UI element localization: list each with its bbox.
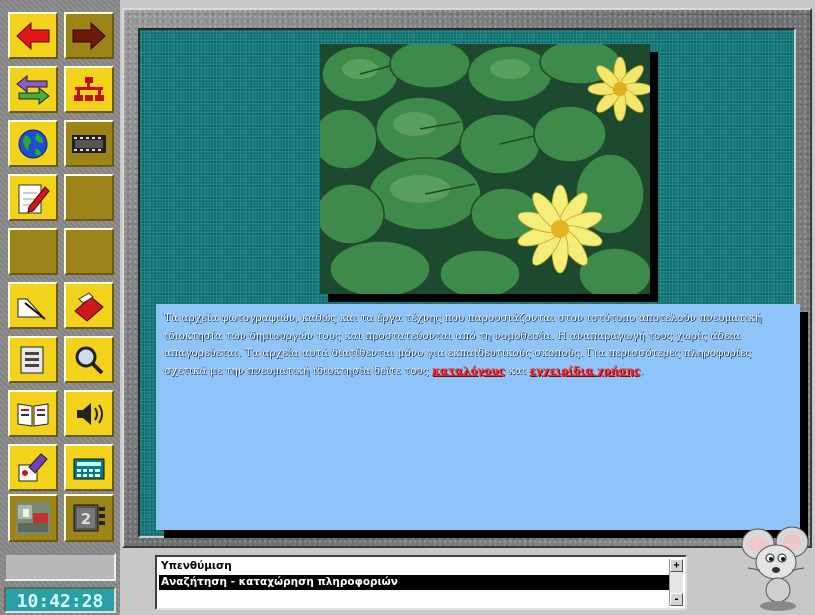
- content-panel: Τα αρχεία φωτογραφιών, καθώς και τα έργα…: [138, 28, 808, 538]
- topic-list[interactable]: Υπενθύμιση Αναζήτηση - καταχώρηση πληροφ…: [155, 555, 687, 610]
- catalog-link[interactable]: καταλόγους: [432, 365, 505, 377]
- list-item-selected[interactable]: Αναζήτηση - καταχώρηση πληροφοριών: [159, 575, 671, 590]
- forward-button[interactable]: [64, 12, 114, 59]
- swap-arrows-icon: [16, 74, 50, 105]
- notes-button[interactable]: [8, 174, 58, 221]
- sound-button[interactable]: [64, 390, 114, 437]
- water-lily-photo: [320, 44, 650, 294]
- list-item[interactable]: [159, 591, 671, 605]
- erase-button[interactable]: [64, 282, 114, 329]
- open-book-icon: [17, 402, 49, 427]
- scroll-down-button[interactable]: -: [670, 593, 683, 606]
- manuals-link[interactable]: εγχειρίδια χρήσης: [529, 365, 640, 377]
- draw-button[interactable]: [8, 282, 58, 329]
- speaker-icon: [77, 402, 103, 425]
- empty-slot: [8, 228, 58, 275]
- film-strip-icon: [72, 134, 106, 153]
- book-button[interactable]: [8, 390, 58, 437]
- empty-slot: [64, 174, 114, 221]
- paragraph-ending: .: [640, 364, 644, 377]
- slide-counter-icon: 2: [73, 504, 105, 532]
- film-button[interactable]: [64, 120, 114, 167]
- document-list-icon: [20, 346, 44, 373]
- magnifier-icon: [75, 346, 104, 374]
- left-toolbar: 2 10:42:28: [0, 0, 120, 615]
- list-scrollbar[interactable]: + -: [669, 559, 683, 606]
- info-text-panel: Τα αρχεία φωτογραφιών, καθώς και τα έργα…: [156, 304, 800, 530]
- scroll-up-button[interactable]: +: [670, 559, 683, 572]
- eraser-hand-icon: [74, 291, 104, 322]
- video-thumbnail-icon: [16, 502, 50, 534]
- mouse-mascot-icon[interactable]: [740, 522, 812, 612]
- network-tree-icon: [74, 76, 104, 101]
- search-button[interactable]: [64, 336, 114, 383]
- globe-button[interactable]: [8, 120, 58, 167]
- empty-slot: [64, 228, 114, 275]
- calculator-icon: [73, 458, 105, 479]
- clock-display: 10:42:28: [4, 587, 116, 613]
- paint-button[interactable]: [8, 444, 58, 491]
- arrow-left-icon: [16, 21, 50, 50]
- document-button[interactable]: [8, 336, 58, 383]
- draw-tool-icon: [17, 298, 46, 320]
- link-connector: και: [504, 364, 530, 377]
- slide-number: 2: [81, 510, 91, 528]
- notepad-pencil-icon: [18, 184, 50, 213]
- list-item[interactable]: Υπενθύμιση: [159, 559, 671, 574]
- arrow-right-icon: [72, 21, 106, 50]
- back-button[interactable]: [8, 12, 58, 59]
- swap-button[interactable]: [8, 66, 58, 113]
- video-button[interactable]: [8, 494, 58, 542]
- content-frame: Τα αρχεία φωτογραφιών, καθώς και τα έργα…: [122, 8, 812, 548]
- slides-button[interactable]: 2: [64, 494, 114, 542]
- calculator-button[interactable]: [64, 444, 114, 491]
- status-box: [4, 553, 116, 581]
- paint-hand-icon: [18, 452, 48, 481]
- globe-icon: [18, 129, 48, 158]
- network-button[interactable]: [64, 66, 114, 113]
